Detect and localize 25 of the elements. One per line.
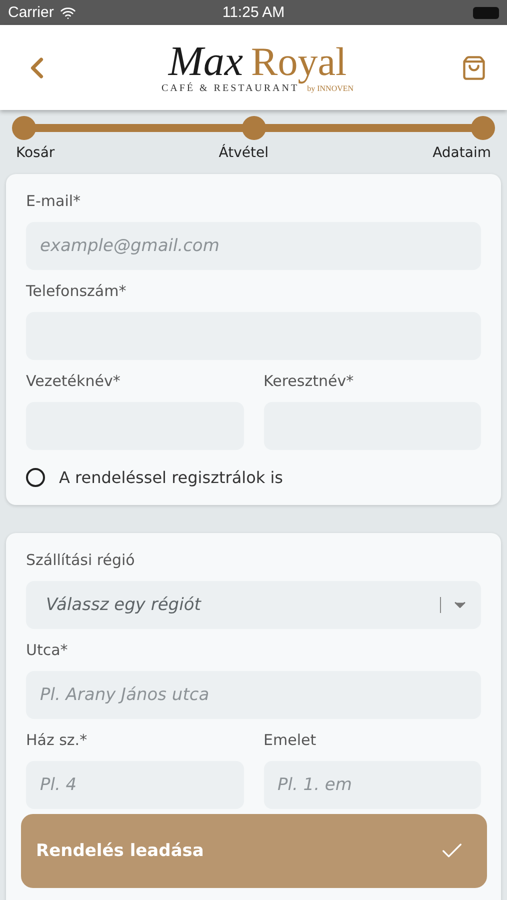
step-label: Adataim [432, 145, 491, 161]
input-field[interactable]: Pl. 4 [26, 761, 244, 809]
field-label: E-mail* [26, 192, 82, 212]
wifi-icon [60, 4, 76, 20]
register-radio[interactable] [26, 468, 45, 487]
register-label: A rendeléssel regisztrálok is [59, 468, 284, 487]
shopping-bag-icon[interactable] [461, 54, 487, 80]
input-field[interactable]: example@gmail.com [26, 222, 481, 270]
submit-button[interactable]: Rendelés leadása [21, 814, 487, 888]
step-label: Kosár [16, 145, 55, 161]
region-select[interactable]: Válassz egy régiót [26, 581, 481, 629]
field-label: Szállítási régió [26, 551, 136, 571]
battery-icon [472, 6, 499, 18]
status-time: 11:25 AM [222, 4, 285, 21]
input-field[interactable]: Pl. Arany János utca [26, 671, 481, 719]
field-label: Ház sz.* [26, 731, 88, 751]
carrier-label: Carrier [8, 4, 54, 21]
field-label: Emelet [264, 731, 318, 751]
field-label: Utca* [26, 641, 69, 661]
field-label: Vezetéknév* [26, 372, 122, 392]
logo: Max Royal CAFÉ & RESTAURANT by INNOVEN [161, 41, 354, 94]
field-label: Keresztnév* [264, 372, 355, 392]
field-label: Telefonszám* [26, 282, 128, 302]
step-label: Átvétel [218, 145, 268, 161]
input-field[interactable]: Pl. 1. em [264, 761, 481, 809]
